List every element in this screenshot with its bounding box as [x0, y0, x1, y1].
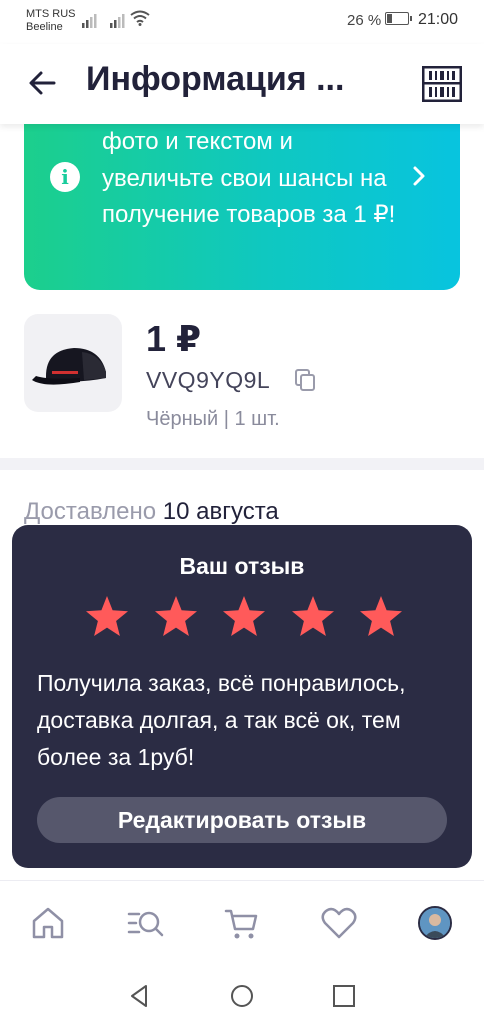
favorites-heart-icon[interactable]	[319, 903, 359, 943]
delivery-label: Доставлено	[24, 498, 157, 525]
product-image[interactable]	[24, 314, 122, 412]
section-divider	[0, 458, 484, 470]
promo-banner[interactable]: i фото и текстом и увеличьте свои шансы …	[24, 100, 460, 290]
battery-percent: 26 %	[347, 12, 382, 29]
carrier-primary: MTS RUS	[26, 8, 76, 20]
star-icon[interactable]	[84, 594, 130, 640]
product-price: 1 ₽	[146, 318, 202, 359]
carrier-info: MTS RUS Beeline	[26, 8, 76, 34]
star-icon[interactable]	[221, 594, 267, 640]
bottom-nav	[0, 880, 484, 969]
delivery-status: Доставлено 10 августа	[24, 498, 279, 526]
info-icon: i	[50, 162, 80, 192]
app-header: Информация ...	[0, 44, 484, 124]
star-icon[interactable]	[153, 594, 199, 640]
signal-icon	[110, 14, 125, 28]
home-icon[interactable]	[28, 903, 68, 943]
battery-icon	[385, 12, 412, 25]
page-title: Информация ...	[86, 60, 345, 98]
back-triangle-icon[interactable]	[126, 982, 154, 1010]
review-title: Ваш отзыв	[179, 553, 305, 579]
delivery-date: 10 августа	[162, 498, 279, 525]
recents-square-icon[interactable]	[330, 982, 358, 1010]
catalog-search-icon[interactable]	[126, 903, 166, 943]
copy-icon[interactable]	[293, 368, 317, 392]
review-card: Ваш отзыв Получила заказ, всё понравилос…	[12, 525, 472, 868]
wifi-icon	[130, 10, 150, 26]
banner-text: фото и текстом и увеличьте свои шансы на…	[102, 128, 396, 228]
avatar-image	[420, 908, 450, 938]
home-circle-icon[interactable]	[228, 982, 256, 1010]
carrier-secondary: Beeline	[26, 21, 63, 33]
arrow-left-icon[interactable]	[26, 66, 60, 100]
system-nav-bar	[0, 968, 484, 1024]
product-variant: Чёрный | 1 шт.	[146, 408, 280, 430]
review-text: Получила заказ, всё понравилось, доставк…	[37, 670, 406, 770]
clock: 21:00	[418, 11, 459, 28]
chevron-right-icon	[413, 166, 425, 186]
status-bar: MTS RUS Beeline 26 % 21:00	[0, 0, 484, 44]
signal-icon	[82, 14, 97, 28]
rating-stars	[84, 594, 404, 640]
product-sku: VVQ9YQ9L	[146, 367, 271, 393]
edit-review-button[interactable]: Редактировать отзыв	[37, 797, 447, 843]
star-icon[interactable]	[358, 594, 404, 640]
cap-image	[32, 348, 106, 385]
cart-icon[interactable]	[222, 903, 262, 943]
star-icon[interactable]	[290, 594, 336, 640]
profile-avatar[interactable]	[418, 906, 452, 940]
barcode-icon[interactable]	[422, 66, 462, 102]
